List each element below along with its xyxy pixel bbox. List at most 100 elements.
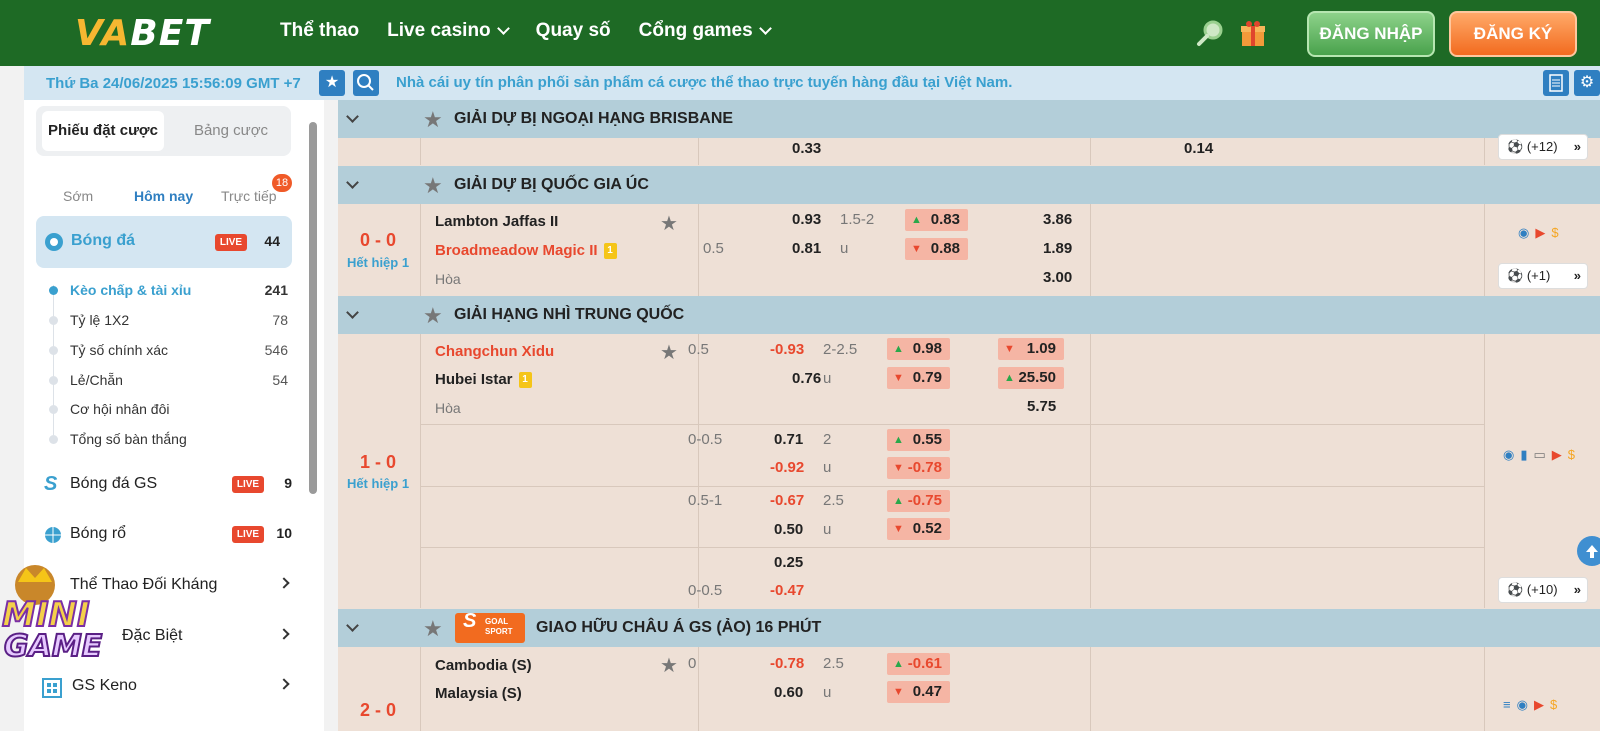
star-icon[interactable]: ★ — [423, 303, 443, 329]
login-button[interactable]: ĐĂNG NHẬP — [1307, 11, 1435, 57]
nav-game-portal[interactable]: Cổng games — [639, 20, 772, 42]
chevron-down-icon[interactable] — [346, 306, 359, 319]
current-datetime: Thứ Ba 24/06/2025 15:56:09 GMT +7 — [46, 75, 301, 92]
odds-value[interactable]: 3.00 — [1043, 269, 1072, 286]
chevron-right-icon — [278, 577, 290, 589]
minigame-widget[interactable]: MINI GAME — [0, 560, 120, 680]
tab-live[interactable]: Trực tiếp — [221, 188, 277, 204]
odds-value[interactable]: 5.75 — [1027, 398, 1056, 415]
star-icon[interactable]: ★ — [423, 107, 443, 133]
ou-line: 2.5 — [823, 492, 844, 509]
tab-early[interactable]: Sớm — [63, 188, 93, 204]
odds-box[interactable]: ▲ 0.55 — [887, 429, 950, 451]
odds-box[interactable]: ▼ 0.79 — [887, 367, 950, 389]
star-icon[interactable]: ★ — [660, 340, 678, 365]
odds-value[interactable]: 0.81 — [792, 240, 821, 257]
home-team: Cambodia (S) — [435, 657, 532, 674]
scroll-up-button[interactable] — [1577, 536, 1600, 566]
soccer-ball-icon: ⚽ — [1507, 268, 1524, 283]
arrow-down-icon: ▼ — [893, 523, 904, 535]
star-icon[interactable]: ★ — [660, 211, 678, 236]
chevron-down-icon[interactable] — [346, 619, 359, 632]
gift-icon[interactable] — [1238, 18, 1268, 48]
handicap-line: 0.5-1 — [688, 492, 723, 509]
league-header[interactable]: ★ S GOAL SPORT GIAO HỮU CHÂU Á GS (ẢO) 16… — [338, 609, 1600, 647]
arrow-up-icon: ▲ — [893, 495, 904, 507]
sport-basketball[interactable]: Bóng rổ LIVE 10 — [42, 520, 292, 550]
register-button[interactable]: ĐĂNG KÝ — [1449, 11, 1577, 57]
odds-value[interactable]: 0.60 — [774, 684, 803, 701]
odds-box[interactable]: ▲ -0.75 — [887, 490, 950, 512]
draw-label: Hòa — [435, 400, 461, 416]
database-icon[interactable]: ≡ — [1503, 697, 1511, 713]
league-header[interactable]: ★ GIẢI HẠNG NHÌ TRUNG QUỐC — [338, 296, 1600, 334]
vabet-logo[interactable]: VABET — [75, 13, 210, 54]
nav-live-casino[interactable]: Live casino — [387, 20, 510, 42]
divider — [420, 424, 1484, 425]
odds-value[interactable]: 0.14 — [1184, 140, 1213, 157]
league-header[interactable]: ★ GIẢI DỰ BỊ QUỐC GIA ÚC — [338, 166, 1600, 204]
odds-box[interactable]: ▼ 0.47 — [887, 681, 950, 703]
odds-value[interactable]: 0.76 — [792, 370, 821, 387]
chevron-down-icon[interactable] — [346, 110, 359, 123]
odds-value[interactable]: 0.50 — [774, 521, 803, 538]
chevron-down-icon[interactable] — [346, 176, 359, 189]
odds-value[interactable]: 3.86 — [1043, 211, 1072, 228]
odds-value[interactable]: -0.93 — [770, 341, 804, 358]
odds-value[interactable]: 0.71 — [774, 431, 803, 448]
coin-icon[interactable]: $ — [1551, 225, 1558, 241]
nav-lottery[interactable]: Quay số — [536, 20, 611, 42]
search-icon[interactable] — [353, 70, 379, 96]
more-markets-button[interactable]: ⚽ (+10) » — [1498, 577, 1588, 603]
gear-icon[interactable]: ⚙ — [1574, 70, 1600, 96]
odds-box[interactable]: ▲ -0.61 — [887, 653, 950, 675]
odds-value[interactable]: -0.67 — [770, 492, 804, 509]
more-markets-button[interactable]: ⚽ (+1) » — [1498, 263, 1588, 289]
field-icon[interactable]: ▭ — [1534, 447, 1546, 463]
play-icon[interactable]: ▶ — [1552, 447, 1562, 463]
odds-value[interactable]: -0.92 — [770, 459, 804, 476]
favorites-star-icon[interactable]: ★ — [319, 70, 345, 96]
eye-icon[interactable]: ◉ — [1518, 225, 1529, 241]
nav-sports[interactable]: Thể thao — [280, 20, 359, 42]
star-icon[interactable]: ★ — [423, 616, 443, 642]
star-icon[interactable]: ★ — [423, 173, 443, 199]
coin-icon[interactable]: $ — [1550, 697, 1557, 713]
tab-bet-slip[interactable]: Phiếu đặt cược — [42, 111, 164, 151]
divider — [698, 334, 699, 608]
tab-bet-board[interactable]: Bảng cược — [176, 111, 286, 151]
eye-icon[interactable]: ◉ — [1503, 447, 1514, 463]
tab-today[interactable]: Hôm nay — [134, 188, 193, 204]
odds-box[interactable]: ▲ 25.50 — [998, 367, 1064, 389]
odds-value[interactable]: 0.93 — [792, 211, 821, 228]
match-period: Hết hiệp 1 — [346, 476, 410, 491]
chevron-down-icon — [758, 21, 772, 35]
divider — [420, 647, 421, 731]
odds-box[interactable]: ▼ 1.09 — [998, 338, 1064, 360]
odds-box[interactable]: ▼ 0.88 — [905, 238, 968, 260]
divider — [698, 138, 699, 165]
document-icon[interactable] — [1543, 70, 1569, 96]
bullet-icon — [49, 435, 58, 444]
odds-value[interactable]: 0.33 — [792, 140, 821, 157]
league-header[interactable]: ★ GIẢI DỰ BỊ NGOẠI HẠNG BRISBANE — [338, 100, 1600, 138]
play-icon[interactable]: ▶ — [1534, 697, 1544, 713]
sport-football-gs[interactable]: S Bóng đá GS LIVE 9 — [42, 470, 292, 500]
coin-icon[interactable]: $ — [1568, 447, 1575, 463]
sidebar-scroll-thumb[interactable] — [309, 122, 317, 494]
odds-box[interactable]: ▲ 0.98 — [887, 338, 950, 360]
sport-football[interactable]: Bóng đá LIVE 44 — [36, 216, 292, 268]
odds-box[interactable]: ▼ 0.52 — [887, 518, 950, 540]
odds-value[interactable]: 0.25 — [774, 554, 803, 571]
star-icon[interactable]: ★ — [660, 653, 678, 678]
search-icon[interactable] — [1195, 18, 1225, 48]
odds-box[interactable]: ▲ 0.83 — [905, 209, 968, 231]
stats-icon[interactable]: ▮ — [1520, 447, 1527, 463]
odds-value[interactable]: -0.78 — [770, 655, 804, 672]
play-icon[interactable]: ▶ — [1535, 225, 1545, 241]
odds-value[interactable]: -0.47 — [770, 582, 804, 599]
odds-value[interactable]: 1.89 — [1043, 240, 1072, 257]
odds-box[interactable]: ▼ -0.78 — [887, 457, 950, 479]
eye-icon[interactable]: ◉ — [1517, 697, 1528, 713]
more-markets-button[interactable]: ⚽ (+12) » — [1498, 134, 1588, 160]
